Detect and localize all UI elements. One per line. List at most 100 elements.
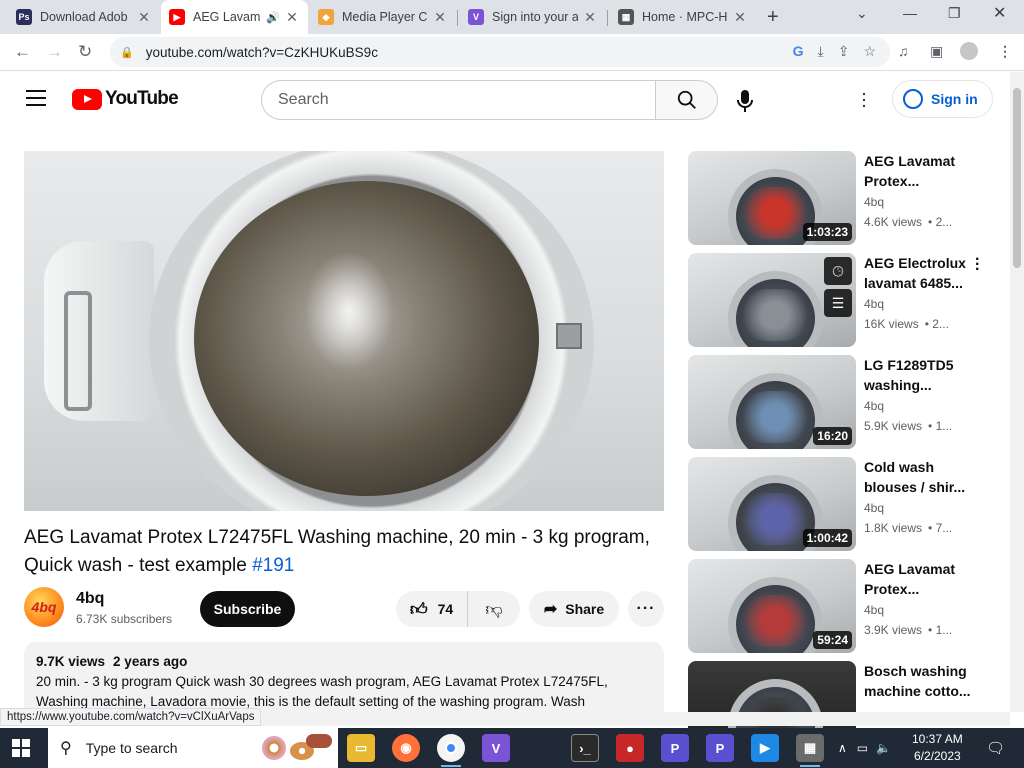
windows-start-icon[interactable]: [12, 739, 30, 757]
recommended-channel-name[interactable]: 4bq: [864, 501, 884, 515]
sausage-decor-icon: [306, 734, 332, 748]
duration-badge: 1:00:42: [802, 529, 852, 547]
chevron-up-icon[interactable]: ∧: [838, 741, 847, 755]
share-button[interactable]: ➦ Share: [529, 591, 619, 627]
p-app-icon[interactable]: P: [661, 734, 689, 762]
video-options-kebab-icon[interactable]: · · ·: [975, 252, 980, 278]
recommended-channel-name[interactable]: 4bq: [864, 399, 884, 413]
menu-icon[interactable]: [26, 90, 46, 111]
recommended-video[interactable]: 16:20 LG F1289TD5 washing... 4bq 5.9K views…: [688, 355, 998, 449]
visual-studio-icon[interactable]: V: [482, 734, 510, 762]
recommended-video[interactable]: 🕒︎ ☰ AEG Electrolux lavamat 6485... 4bq 16K …: [688, 252, 998, 347]
tab-download-adobe[interactable]: Ps Download Adob ✕: [8, 0, 160, 34]
search-input[interactable]: [278, 91, 655, 109]
description-text: 20 min. - 3 kg program Quick wash 30 deg…: [36, 674, 608, 709]
search-button[interactable]: [655, 80, 718, 120]
share-page-icon[interactable]: ⇪: [838, 43, 850, 60]
recommended-view-count: 5.9K views • 1...: [864, 419, 952, 433]
recommended-channel-name[interactable]: 4bq: [864, 195, 884, 209]
bookmark-star-icon[interactable]: ☆: [863, 43, 876, 60]
like-button[interactable]: 👍︎ 74: [396, 591, 468, 627]
sign-in-button[interactable]: Sign in: [892, 80, 993, 118]
share-arrow-icon: ➦: [543, 601, 558, 618]
close-icon[interactable]: ✕: [582, 9, 598, 26]
recommended-video-title[interactable]: Bosch washing machine cotto...: [864, 661, 974, 701]
recommended-video-title[interactable]: AEG Lavamat Protex...: [864, 151, 974, 191]
close-icon[interactable]: ✕: [732, 9, 748, 26]
terminal-icon[interactable]: ›_: [571, 734, 599, 762]
p-app-icon-2[interactable]: P: [706, 734, 734, 762]
media-player-icon[interactable]: ▶: [751, 734, 779, 762]
notifications-icon[interactable]: 🗨: [986, 728, 1005, 768]
close-icon[interactable]: ✕: [432, 9, 448, 26]
network-icon[interactable]: ▭: [857, 741, 868, 755]
mpc-hc-icon[interactable]: ▦: [796, 734, 824, 767]
browser-menu-icon[interactable]: ⋮: [998, 43, 1012, 60]
youtube-logo[interactable]: YouTube: [72, 88, 179, 110]
close-icon[interactable]: ✕: [284, 9, 300, 26]
install-icon[interactable]: ⤓: [818, 43, 824, 60]
tab-aeg-video[interactable]: ▶ AEG Lavam 🔊 ✕: [161, 0, 308, 34]
recommended-video-title[interactable]: AEG Lavamat Protex...: [864, 559, 974, 599]
tab-media-player[interactable]: ◆ Media Player Cl ✕: [310, 0, 456, 34]
video-thumbnail[interactable]: 16:20: [688, 355, 856, 449]
hashtag-link[interactable]: #191: [252, 555, 294, 576]
recommended-video-title[interactable]: LG F1289TD5 washing...: [864, 355, 974, 395]
side-panel-icon[interactable]: ▣: [930, 43, 943, 60]
recommended-video[interactable]: 59:24 AEG Lavamat Protex... 4bq 3.9K views •…: [688, 559, 998, 653]
tab-mpc-hc-home[interactable]: ▦ Home · MPC-HC ✕: [610, 0, 756, 34]
new-tab-button[interactable]: +: [767, 6, 779, 29]
recommended-channel-name[interactable]: 4bq: [864, 603, 884, 617]
audio-playing-icon[interactable]: 🔊: [266, 11, 280, 24]
video-thumbnail[interactable]: 🕒︎ ☰: [688, 253, 856, 347]
recommended-video-title[interactable]: Cold wash blouses / shir...: [864, 457, 974, 497]
settings-kebab-icon[interactable]: · · ·: [861, 84, 867, 114]
profile-avatar-icon[interactable]: [960, 42, 978, 60]
video-thumbnail[interactable]: 59:24: [688, 559, 856, 653]
file-explorer-icon[interactable]: ▭: [347, 734, 375, 762]
reload-button[interactable]: ↻: [78, 42, 92, 62]
media-control-icon[interactable]: ♫: [898, 43, 909, 59]
subscriber-count: 6.73K subscribers: [76, 612, 173, 626]
taskbar-clock[interactable]: 10:37 AM 6/2/2023: [912, 731, 963, 765]
voice-search-button[interactable]: [735, 90, 755, 112]
microphone-icon: [737, 90, 753, 112]
taskbar-search[interactable]: ⚲ Type to search: [48, 728, 338, 768]
watch-later-icon[interactable]: 🕒︎: [824, 257, 852, 285]
more-actions-button[interactable]: ···: [628, 591, 664, 627]
close-icon[interactable]: ✕: [136, 9, 152, 26]
back-button[interactable]: ←: [14, 42, 31, 62]
tab-search-icon[interactable]: ⌄: [856, 5, 868, 22]
recommended-channel-name[interactable]: 4bq: [864, 297, 884, 311]
add-to-queue-icon[interactable]: ☰: [824, 289, 852, 317]
close-window-button[interactable]: ✕: [993, 3, 1006, 23]
dislike-button[interactable]: 👎︎: [468, 599, 520, 620]
recorder-icon[interactable]: ●: [616, 734, 644, 762]
description-meta: 9.7K views 2 years ago: [36, 654, 188, 669]
channel-name[interactable]: 4bq: [76, 590, 104, 608]
subscribe-button[interactable]: Subscribe: [200, 591, 295, 627]
forward-button[interactable]: →: [46, 42, 63, 62]
recommended-video[interactable]: 1:00:42 Cold wash blouses / shir... 4bq 1.8…: [688, 457, 998, 551]
recommended-video-title[interactable]: AEG Electrolux lavamat 6485...: [864, 253, 974, 293]
minimize-button[interactable]: —: [903, 5, 917, 21]
lock-icon[interactable]: 🔒: [120, 46, 134, 59]
address-bar[interactable]: 🔒 youtube.com/watch?v=CzKHUKuBS9c G ⤓ ⇪ …: [110, 37, 890, 67]
scrollbar-thumb[interactable]: [1013, 88, 1021, 268]
tab-sign-in[interactable]: V Sign into your a ✕: [460, 0, 606, 34]
video-player[interactable]: [24, 151, 664, 511]
chrome-icon[interactable]: [437, 734, 465, 767]
channel-avatar[interactable]: 4bq: [24, 587, 64, 627]
vertical-scrollbar[interactable]: [1010, 72, 1024, 712]
door-handle: [64, 291, 92, 411]
restore-button[interactable]: ❐: [948, 5, 961, 22]
google-icon[interactable]: G: [793, 43, 804, 60]
windows-taskbar: ⚲ Type to search ▭ ◉ V ›_ ● P P ▶ ▦ ∧ ▭ …: [0, 728, 1024, 768]
video-thumbnail[interactable]: 1:00:42: [688, 457, 856, 551]
video-thumbnail[interactable]: 1:03:23: [688, 151, 856, 245]
volume-icon[interactable]: 🔈: [876, 741, 891, 755]
thumbs-down-icon: 👎︎: [485, 599, 503, 619]
search-box[interactable]: [261, 80, 655, 120]
recommended-video[interactable]: 1:03:23 AEG Lavamat Protex... 4bq 4.6K view…: [688, 151, 998, 245]
firefox-icon[interactable]: ◉: [392, 734, 420, 762]
